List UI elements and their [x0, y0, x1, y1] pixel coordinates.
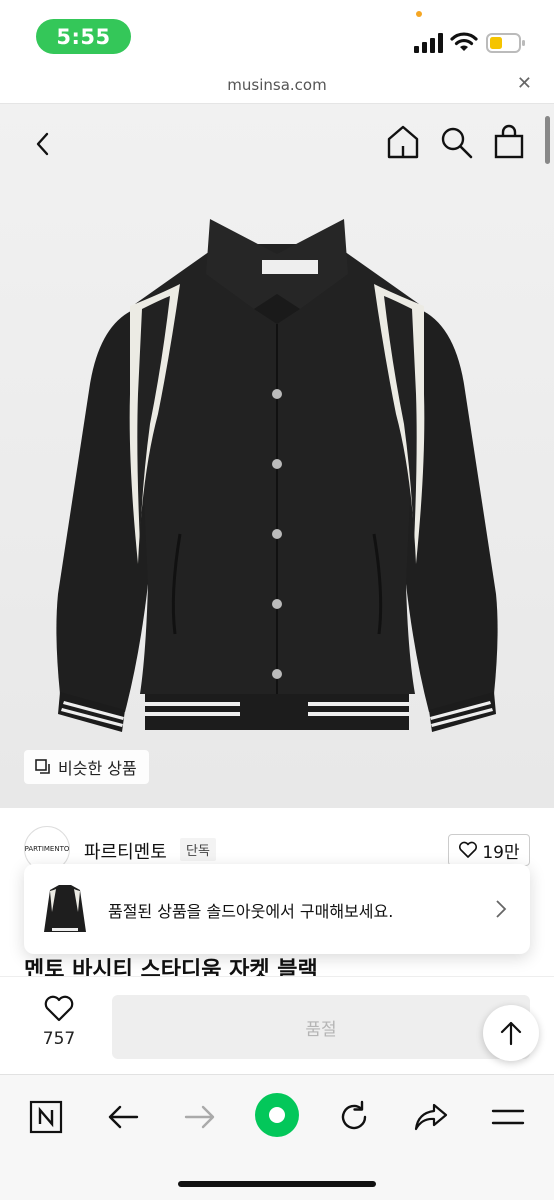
- copy-icon: [35, 759, 50, 774]
- soldout-label: 품절: [305, 1019, 337, 1040]
- naver-n-icon[interactable]: [24, 1095, 68, 1139]
- menu-icon[interactable]: [486, 1095, 530, 1139]
- brand-name[interactable]: 파르티멘토: [84, 838, 167, 864]
- status-time: 5:55: [36, 19, 131, 54]
- brand-like-button[interactable]: 19만: [448, 834, 530, 866]
- similar-products-button[interactable]: 비슷한 상품: [24, 750, 149, 784]
- battery-icon: [486, 33, 525, 53]
- wishlist-button[interactable]: 757: [30, 995, 88, 1049]
- heart-icon: [459, 841, 478, 858]
- brand-logo-text: PARTIMENTO: [24, 845, 70, 853]
- status-bar: 5:55: [0, 0, 554, 68]
- soldout-banner[interactable]: 품절된 상품을 솔드아웃에서 구매해보세요.: [24, 864, 530, 954]
- privacy-indicator-dot: [416, 11, 422, 17]
- close-icon[interactable]: ✕: [517, 73, 532, 94]
- cellular-signal-icon: [414, 33, 443, 53]
- product-header-nav: [0, 122, 554, 166]
- browser-toolbar: [0, 1074, 554, 1200]
- share-icon[interactable]: [409, 1095, 453, 1139]
- back-icon[interactable]: [28, 126, 58, 162]
- chevron-right-icon: [496, 900, 507, 918]
- product-jacket-image: [56, 219, 498, 732]
- product-thumbnail: [44, 885, 86, 932]
- url-text[interactable]: musinsa.com: [0, 76, 554, 94]
- wishlist-count: 757: [42, 1029, 76, 1049]
- brand-like-count: 19만: [482, 842, 520, 863]
- similar-products-label: 비슷한 상품: [58, 759, 137, 778]
- home-icon[interactable]: [386, 124, 420, 160]
- browser-url-bar[interactable]: musinsa.com ✕: [0, 68, 554, 104]
- scrollbar-thumb[interactable]: [545, 116, 550, 164]
- green-home-dot-icon[interactable]: [254, 1092, 300, 1138]
- arrow-up-icon: [500, 1021, 522, 1046]
- purchase-bar: 757 품절: [0, 976, 554, 1074]
- forward-arrow-icon: [178, 1095, 222, 1139]
- search-icon[interactable]: [440, 126, 474, 160]
- back-arrow-icon[interactable]: [101, 1095, 145, 1139]
- home-indicator: [178, 1181, 376, 1187]
- product-image-area[interactable]: 비슷한 상품: [0, 104, 554, 808]
- product-title: 멘토 바시티 스타디움 자켓 블랙: [24, 958, 318, 976]
- refresh-icon[interactable]: [332, 1095, 376, 1139]
- exclusive-badge: 단독: [180, 838, 216, 861]
- shopping-bag-icon[interactable]: [494, 124, 524, 160]
- wifi-icon: [450, 32, 478, 51]
- soldout-banner-message: 품절된 상품을 솔드아웃에서 구매해보세요.: [108, 902, 394, 921]
- heart-icon: [44, 995, 74, 1022]
- soldout-button: 품절: [112, 995, 530, 1059]
- scroll-to-top-button[interactable]: [483, 1005, 539, 1061]
